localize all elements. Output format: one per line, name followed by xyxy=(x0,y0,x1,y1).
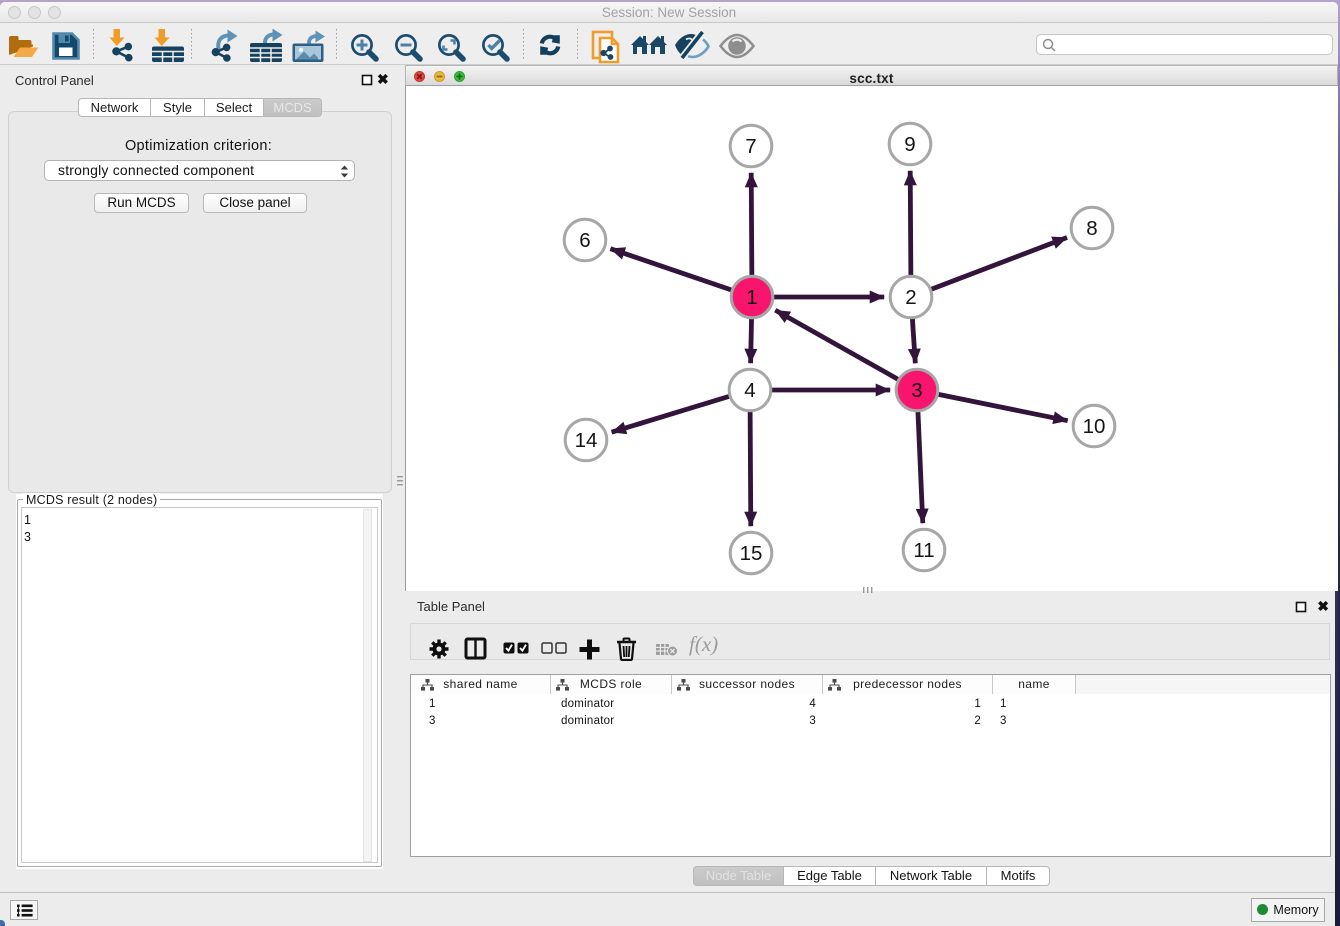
svg-text:8: 8 xyxy=(1086,217,1097,240)
svg-text:10: 10 xyxy=(1083,415,1106,438)
svg-text:2: 2 xyxy=(905,286,916,309)
svg-text:1: 1 xyxy=(746,286,757,309)
svg-text:15: 15 xyxy=(740,542,763,565)
svg-text:7: 7 xyxy=(745,135,756,158)
svg-text:6: 6 xyxy=(579,229,590,252)
svg-text:3: 3 xyxy=(911,379,922,402)
svg-text:9: 9 xyxy=(904,133,915,156)
svg-text:4: 4 xyxy=(744,379,755,402)
svg-text:14: 14 xyxy=(575,429,598,452)
svg-text:11: 11 xyxy=(913,539,934,562)
